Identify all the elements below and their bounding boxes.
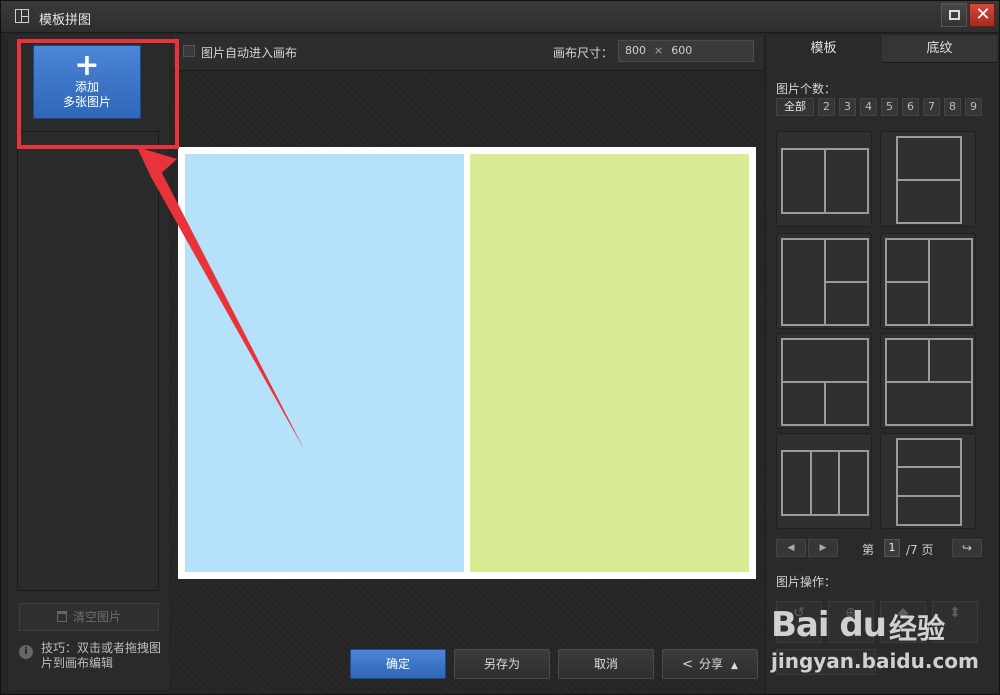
template-pager: ◀ ▶ 第 1 /7 页 ↪ — [776, 539, 996, 557]
trash-icon — [56, 611, 67, 622]
image-list[interactable] — [17, 131, 159, 591]
auto-enter-checkbox[interactable] — [183, 45, 195, 57]
collage-cell-left[interactable] — [185, 154, 464, 572]
layout-icon — [15, 9, 29, 23]
confirm-button[interactable]: 确定 — [350, 649, 446, 679]
template-thumb[interactable] — [776, 433, 872, 529]
count-9-button[interactable]: 9 — [965, 98, 982, 116]
template-preview — [781, 148, 869, 214]
count-7-button[interactable]: 7 — [923, 98, 940, 116]
next-page-button[interactable]: ▶ — [808, 539, 838, 557]
count-5-button[interactable]: 5 — [881, 98, 898, 116]
page-number-input[interactable]: 1 — [884, 539, 900, 557]
template-thumb[interactable] — [880, 233, 976, 329]
info-icon: i — [19, 645, 33, 659]
template-preview — [781, 338, 869, 426]
watermark-url: jingyan.baidu.com — [771, 649, 979, 673]
cancel-button[interactable]: 取消 — [558, 649, 654, 679]
template-thumb[interactable] — [880, 131, 976, 227]
go-page-button[interactable]: ↪ — [952, 539, 982, 557]
canvas-area: 确定 另存为 取消 < 分享 ▲ — [173, 73, 763, 693]
canvas-height[interactable]: 600 — [671, 44, 692, 57]
watermark-cn: 经验 — [889, 612, 946, 645]
close-icon: ✕ — [975, 4, 991, 25]
count-all-button[interactable]: 全部 — [776, 98, 814, 116]
canvas-size-label: 画布尺寸： — [553, 46, 614, 60]
template-preview — [781, 238, 869, 326]
watermark-logo: Bai du — [771, 605, 887, 645]
right-panel: 模板 底纹 图片个数： 全部 2 3 4 5 6 7 8 9 ◀ ▶ 第 1 /… — [765, 35, 999, 693]
template-thumb[interactable] — [880, 433, 976, 529]
canvas-width[interactable]: 800 — [625, 44, 646, 57]
close-button[interactable]: ✕ — [969, 3, 995, 27]
baidu-watermark: Bai du 经验 jingyan.baidu.com — [771, 597, 991, 677]
clear-images-label: 清空图片 — [72, 610, 121, 624]
template-preview — [885, 338, 973, 426]
maximize-button[interactable] — [941, 3, 967, 27]
template-thumb[interactable] — [776, 233, 872, 329]
tab-texture[interactable]: 底纹 — [882, 35, 997, 63]
collage-cell-right[interactable] — [470, 154, 749, 572]
tabs: 模板 底纹 — [766, 35, 1000, 63]
canvas-toolbar: 图片自动进入画布 画布尺寸： 800 × 600 — [173, 35, 763, 71]
maximize-icon — [949, 10, 960, 20]
template-preview — [896, 438, 962, 526]
template-preview — [896, 136, 962, 224]
count-8-button[interactable]: 8 — [944, 98, 961, 116]
template-preview — [781, 450, 869, 516]
auto-enter-label: 图片自动进入画布 — [201, 46, 298, 60]
window: 模板拼图 ✕ + 添加 多张图片 清空图片 i 技巧：双击或者拖拽图片到画布编辑… — [0, 0, 1000, 695]
share-button[interactable]: < 分享 ▲ — [662, 649, 758, 679]
image-ops-label: 图片操作： — [776, 575, 837, 589]
tip-text: 技巧：双击或者拖拽图片到画布编辑 — [41, 641, 162, 670]
page-total: /7 页 — [906, 543, 934, 557]
collage-canvas[interactable] — [178, 147, 756, 579]
template-preview — [885, 238, 973, 326]
count-4-button[interactable]: 4 — [860, 98, 877, 116]
count-6-button[interactable]: 6 — [902, 98, 919, 116]
save-as-button[interactable]: 另存为 — [454, 649, 550, 679]
share-label: 分享 — [698, 657, 723, 671]
count-3-button[interactable]: 3 — [839, 98, 856, 116]
times-sign: × — [654, 44, 664, 57]
canvas-size-field[interactable]: 800 × 600 — [618, 40, 754, 62]
count-2-button[interactable]: 2 — [818, 98, 835, 116]
clear-images-button[interactable]: 清空图片 — [19, 603, 159, 631]
template-thumb[interactable] — [776, 333, 872, 429]
chevron-up-icon: ▲ — [731, 661, 738, 671]
title-bar: 模板拼图 ✕ — [1, 1, 999, 33]
share-icon: < — [682, 657, 693, 672]
window-title: 模板拼图 — [39, 13, 92, 28]
image-count-label: 图片个数： — [776, 82, 837, 96]
tab-template[interactable]: 模板 — [766, 35, 881, 63]
template-thumb[interactable] — [776, 131, 872, 227]
prev-page-button[interactable]: ◀ — [776, 539, 806, 557]
page-prefix: 第 — [862, 543, 875, 557]
template-thumb[interactable] — [880, 333, 976, 429]
highlight-box — [17, 39, 179, 149]
